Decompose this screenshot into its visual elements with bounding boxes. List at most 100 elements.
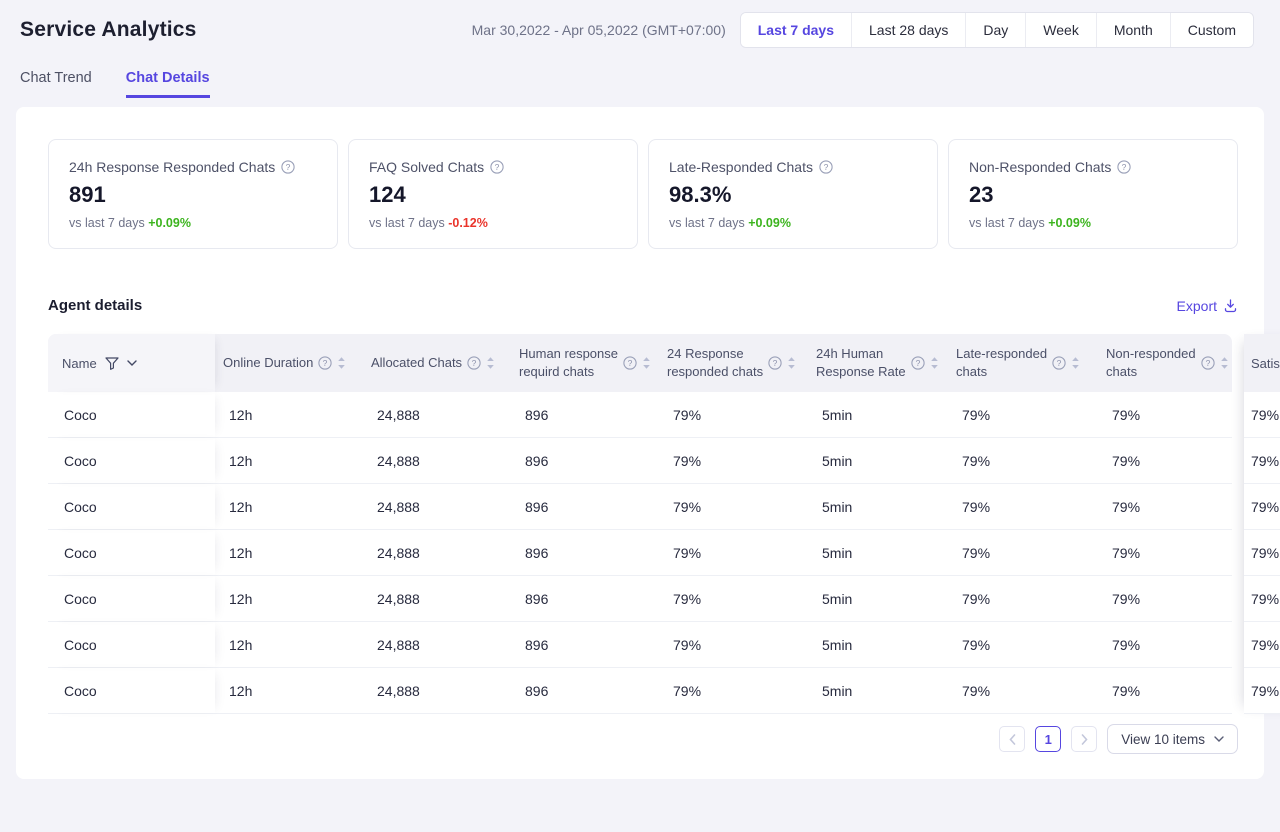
cell-value: 896: [511, 438, 659, 483]
cell-satisfaction: 79%: [1244, 392, 1280, 438]
filter-icon[interactable]: [105, 357, 119, 370]
column-label: Non-respondedchats: [1106, 345, 1196, 381]
cell-value: 24,888: [363, 668, 511, 713]
column-header-late-responded-chats[interactable]: Late-respondedchats?: [948, 334, 1098, 392]
help-icon[interactable]: ?: [1052, 356, 1066, 370]
cell-value: 5min: [808, 576, 948, 621]
sort-icon: [1220, 356, 1229, 370]
tab-chat-trend[interactable]: Chat Trend: [20, 70, 92, 98]
cell-agent-name: Coco: [48, 392, 215, 437]
chevron-down-icon: [1214, 736, 1224, 742]
cell-value: 24,888: [363, 392, 511, 437]
export-button[interactable]: Export: [1177, 298, 1238, 314]
stat-card-compare: vs last 7 days +0.09%: [69, 216, 317, 230]
cell-value: 5min: [808, 392, 948, 437]
svg-text:?: ?: [824, 162, 829, 172]
help-icon[interactable]: ?: [1117, 160, 1131, 174]
table-header-row: NameOnline Duration?Allocated Chats?Huma…: [48, 334, 1232, 392]
help-icon[interactable]: ?: [318, 356, 332, 370]
help-icon[interactable]: ?: [911, 356, 925, 370]
cell-agent-name: Coco: [48, 576, 215, 621]
table-row: Coco12h24,88889679%5min79%79%: [48, 622, 1232, 668]
sort-icon: [486, 356, 495, 370]
sort-icon: [337, 356, 346, 370]
column-header-24-response-responded-chats[interactable]: 24 Responseresponded chats?: [659, 334, 808, 392]
stat-card-non-responded-chats: Non-Responded Chats?23vs last 7 days +0.…: [948, 139, 1238, 249]
cell-value: 896: [511, 484, 659, 529]
help-icon[interactable]: ?: [819, 160, 833, 174]
cell-value: 24,888: [363, 622, 511, 667]
delta-value: +0.09%: [1048, 216, 1091, 230]
delta-value: +0.09%: [148, 216, 191, 230]
table-row: Coco12h24,88889679%5min79%79%: [48, 438, 1232, 484]
stat-card-title: Non-Responded Chats?: [969, 159, 1217, 175]
stat-card-value: 23: [969, 182, 1217, 208]
range-button-week[interactable]: Week: [1025, 13, 1096, 47]
cell-value: 79%: [948, 484, 1098, 529]
page-number-button[interactable]: 1: [1035, 726, 1061, 752]
column-header-name[interactable]: Name: [48, 334, 215, 392]
page-size-label: View 10 items: [1121, 732, 1205, 747]
date-range-button-group: Last 7 daysLast 28 daysDayWeekMonthCusto…: [740, 12, 1254, 48]
help-icon[interactable]: ?: [768, 356, 782, 370]
cell-value: 12h: [215, 576, 363, 621]
cell-value: 79%: [659, 622, 808, 667]
cell-value: 79%: [659, 484, 808, 529]
tab-chat-details[interactable]: Chat Details: [126, 70, 210, 98]
stat-card-faq-solved-chats: FAQ Solved Chats?124vs last 7 days -0.12…: [348, 139, 638, 249]
pagination: 1 View 10 items: [48, 724, 1238, 754]
cell-value: 5min: [808, 438, 948, 483]
stat-card-title: Late-Responded Chats?: [669, 159, 917, 175]
column-header-allocated-chats[interactable]: Allocated Chats?: [363, 334, 511, 392]
cell-value: 12h: [215, 438, 363, 483]
help-icon[interactable]: ?: [281, 160, 295, 174]
sort-icon: [1071, 356, 1080, 370]
range-button-last-28-days[interactable]: Last 28 days: [851, 13, 965, 47]
cell-value: 12h: [215, 622, 363, 667]
stat-card-24h-response-responded-chats: 24h Response Responded Chats?891vs last …: [48, 139, 338, 249]
column-label: Name: [62, 356, 97, 371]
compare-label: vs last 7 days: [669, 216, 748, 230]
prev-page-button[interactable]: [999, 726, 1025, 752]
cell-satisfaction: 79%: [1244, 668, 1280, 714]
table-row: Coco12h24,88889679%5min79%79%: [48, 530, 1232, 576]
column-header-24h-human-response-rate[interactable]: 24h HumanResponse Rate?: [808, 334, 948, 392]
column-label: 24h HumanResponse Rate: [816, 345, 906, 381]
cell-value: 79%: [948, 438, 1098, 483]
section-head: Agent details Export: [48, 297, 1238, 314]
page-size-select[interactable]: View 10 items: [1107, 724, 1238, 754]
column-header-non-responded-chats[interactable]: Non-respondedchats?: [1098, 334, 1232, 392]
svg-text:?: ?: [495, 162, 500, 172]
column-header-human-response-requird-chats[interactable]: Human responserequird chats?: [511, 334, 659, 392]
column-label: Online Duration: [223, 354, 313, 372]
column-header-online-duration[interactable]: Online Duration?: [215, 334, 363, 392]
help-icon[interactable]: ?: [490, 160, 504, 174]
next-page-button[interactable]: [1071, 726, 1097, 752]
cell-value: 79%: [659, 438, 808, 483]
column-header-satisfaction[interactable]: Satisfaction: [1244, 334, 1280, 392]
cell-value: 896: [511, 530, 659, 575]
topbar: Service Analytics Mar 30,2022 - Apr 05,2…: [0, 0, 1280, 48]
range-button-day[interactable]: Day: [965, 13, 1025, 47]
download-icon: [1223, 298, 1238, 313]
cell-value: 79%: [659, 530, 808, 575]
compare-label: vs last 7 days: [69, 216, 148, 230]
content-panel: 24h Response Responded Chats?891vs last …: [16, 107, 1264, 779]
svg-text:?: ?: [1122, 162, 1127, 172]
export-label: Export: [1177, 298, 1217, 314]
range-button-custom[interactable]: Custom: [1170, 13, 1253, 47]
stat-card-value: 124: [369, 182, 617, 208]
range-button-last-7-days[interactable]: Last 7 days: [741, 13, 851, 47]
page-title: Service Analytics: [20, 18, 197, 42]
help-icon[interactable]: ?: [623, 356, 637, 370]
cell-agent-name: Coco: [48, 438, 215, 483]
cell-value: 79%: [659, 668, 808, 713]
range-button-month[interactable]: Month: [1096, 13, 1170, 47]
table-row: Coco12h24,88889679%5min79%79%: [48, 392, 1232, 438]
date-range: Mar 30,2022 - Apr 05,2022 (GMT+07:00): [472, 22, 726, 38]
column-label: Allocated Chats: [371, 354, 462, 372]
help-icon[interactable]: ?: [467, 356, 481, 370]
help-icon[interactable]: ?: [1201, 356, 1215, 370]
cell-value: 5min: [808, 668, 948, 713]
cell-agent-name: Coco: [48, 484, 215, 529]
